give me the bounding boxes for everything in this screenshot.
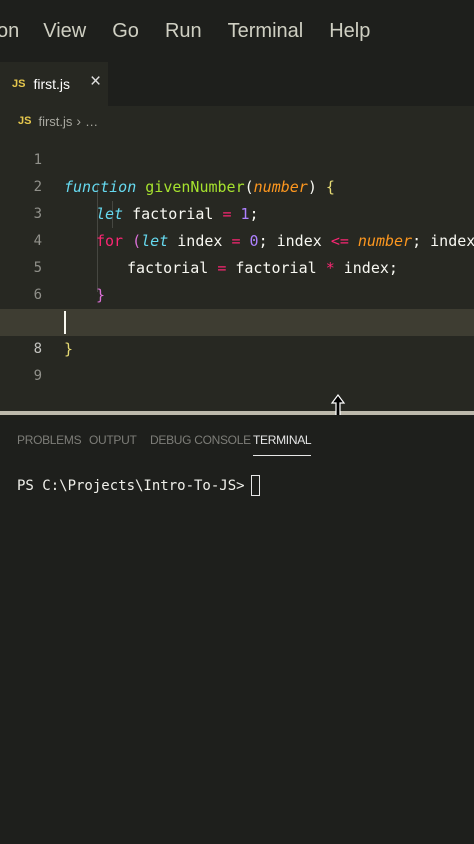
menu-item-view[interactable]: View <box>43 20 86 43</box>
breadcrumb-symbol[interactable]: … <box>85 114 98 129</box>
code-line-8-current: 8 <box>0 309 474 357</box>
tab-problems[interactable]: PROBLEMS <box>17 433 82 447</box>
menu-bar: on View Go Run Terminal Help <box>0 0 474 62</box>
terminal-cursor <box>250 475 260 496</box>
menu-item-run[interactable]: Run <box>165 20 202 43</box>
code-line-3: 3 for (let index = 0; index <= number; i… <box>0 174 474 250</box>
javascript-file-icon: JS <box>18 115 32 127</box>
panel-tabs: PROBLEMS OUTPUT DEBUG CONSOLE TERMINAL <box>0 429 474 459</box>
editor-tab-strip: JS first.js × <box>0 62 474 106</box>
terminal-output[interactable]: PS C:\Projects\Intro-To-JS> <box>17 475 260 496</box>
menu-item-help[interactable]: Help <box>329 20 370 43</box>
menu-item-go[interactable]: Go <box>112 20 139 43</box>
javascript-file-icon: JS <box>12 78 26 90</box>
code-line-9: 9 <box>0 336 474 384</box>
bottom-panel: PROBLEMS OUTPUT DEBUG CONSOLE TERMINAL P… <box>0 415 474 844</box>
code-line-7: 7 } <box>0 282 474 358</box>
text-cursor <box>64 311 66 334</box>
line-number: 9 <box>33 368 42 384</box>
terminal-prompt: PS C:\Projects\Intro-To-JS> <box>17 477 245 494</box>
code-line-6: 6 return factorial; <box>0 255 474 331</box>
menu-item-selection[interactable]: on <box>0 20 19 43</box>
tab-label: first.js <box>33 76 71 92</box>
menu-item-terminal[interactable]: Terminal <box>228 20 304 43</box>
code-line-2: 2 let factorial = 1; <box>0 147 474 223</box>
chevron-right-icon: › <box>76 113 82 129</box>
tab-first-js[interactable]: JS first.js × <box>0 62 108 106</box>
breadcrumb: JS first.js › … <box>0 106 474 136</box>
tab-output[interactable]: OUTPUT <box>89 433 137 447</box>
code-line-4: 4 factorial = factorial * index; <box>0 201 474 277</box>
code-editor[interactable]: 1 function givenNumber(number) { 2 let f… <box>0 120 474 410</box>
breadcrumb-file[interactable]: first.js <box>38 114 72 129</box>
tab-terminal[interactable]: TERMINAL <box>253 433 312 456</box>
tab-debug-console[interactable]: DEBUG CONSOLE <box>150 433 251 447</box>
close-icon[interactable]: × <box>90 71 101 93</box>
code-line-5: 5 } <box>0 228 474 304</box>
